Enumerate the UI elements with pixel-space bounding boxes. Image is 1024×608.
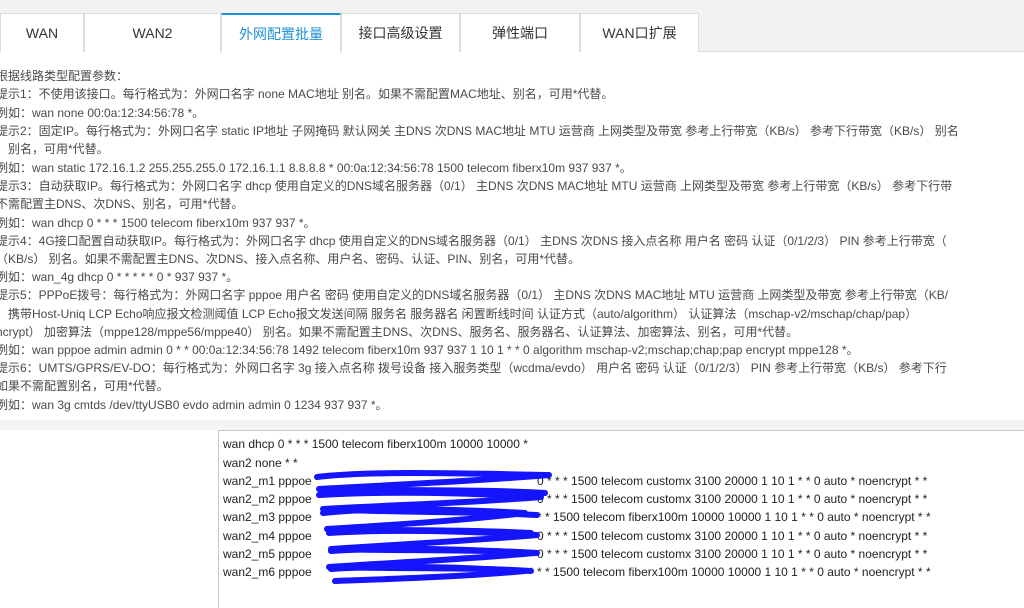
config-line-text: wan2_m3 pppoe [223, 510, 312, 524]
tab-label: 外网配置批量 [239, 26, 323, 42]
help-line: ncrypt） 加密算法（mppe128/mppe56/mppe40） 别名。如… [0, 325, 799, 339]
help-line: 例如：wan pppoe admin admin 0 * * 00:0a:12:… [0, 343, 859, 357]
tab-label: 弹性端口 [492, 25, 548, 41]
tab-wan2[interactable]: WAN2 [84, 13, 221, 52]
config-line-text: wan2_m6 pppoe [223, 565, 312, 579]
help-line: 提示2：固定IP。每行格式为：外网口名字 static IP地址 子网掩码 默认… [0, 124, 959, 138]
help-line: 不需配置主DNS、次DNS、别名，可用*代替。 [0, 197, 244, 211]
help-line: 例如：wan_4g dhcp 0 * * * * * 0 * 937 937 *… [0, 270, 239, 284]
config-line: wan2_m5 pppoe [223, 545, 312, 563]
tab-batch-wan-config[interactable]: 外网配置批量 [221, 13, 341, 53]
config-line-tail: 0 * * * 1500 telecom customx 3100 20000 … [537, 529, 928, 543]
redaction-stroke [320, 506, 534, 536]
tab-label: WAN口扩展 [602, 25, 677, 41]
config-line: wan2_m2 pppoe [223, 490, 312, 508]
tab-bar: WAN WAN2 外网配置批量 接口高级设置 弹性端口 WAN口扩展 [0, 0, 1024, 53]
config-textarea[interactable]: wan dhcp 0 * * * 1500 telecom fiberx100m… [218, 430, 1024, 608]
redaction-stroke [328, 563, 528, 584]
config-line: wan dhcp 0 * * * 1500 telecom fiberx100m… [223, 435, 528, 453]
help-line: 提示5：PPPoE拨号：每行格式为：外网口名字 pppoe 用户名 密码 使用自… [0, 288, 949, 302]
help-line: （KB/s） 别名。如果不需配置主DNS、次DNS、接入点名称、用户名、密码、认… [0, 252, 581, 266]
tab-interface-advanced[interactable]: 接口高级设置 [341, 13, 460, 52]
redaction-stroke [314, 470, 552, 496]
help-line: 提示4：4G接口配置自动获取IP。每行格式为：外网口名字 dhcp 使用自定义的… [0, 234, 947, 248]
tab-label: WAN [25, 25, 59, 41]
config-line-text: wan2 none * * [223, 456, 298, 470]
help-line: 提示6：UMTS/GPRS/EV-DO：每行格式为：外网口名字 3g 接入点名称… [0, 361, 947, 375]
config-line-tail: * * * 1500 telecom fiberx100m 10000 1000… [529, 565, 931, 579]
config-line-tail: 0 * * * 1500 telecom customx 3100 20000 … [537, 492, 928, 506]
redaction-strokes [314, 470, 552, 584]
config-line: wan2_m1 pppoe [223, 472, 312, 490]
config-line-text: wan2_m5 pppoe [223, 547, 312, 561]
redaction-stroke [326, 527, 540, 556]
redaction-stroke [316, 489, 544, 518]
tab-label: 接口高级设置 [358, 25, 443, 41]
config-line-tail: 0 * * * 1500 telecom customx 3100 20000 … [537, 474, 928, 488]
config-line: wan2_m6 pppoe [223, 563, 312, 581]
config-line-tail: * * * 1500 telecom fiberx100m 10000 1000… [529, 510, 931, 524]
help-line: 例如：wan none 00:0a:12:34:56:78 *。 [0, 106, 205, 120]
redaction-stroke [326, 545, 538, 574]
config-line-text: wan2_m1 pppoe [223, 474, 312, 488]
help-line: 例如：wan dhcp 0 * * * 1500 telecom fiberx1… [0, 216, 316, 230]
config-line: wan2_m4 pppoe [223, 527, 312, 545]
section-divider [0, 420, 1024, 430]
tab-wan[interactable]: WAN [0, 13, 84, 52]
tab-wan-extension[interactable]: WAN口扩展 [580, 13, 699, 52]
help-line: 、别名，可用*代替。 [0, 142, 109, 156]
help-line: ）携带Host-Uniq LCP Echo响应报文检测阈值 LCP Echo报文… [0, 307, 918, 321]
help-line: 提示1：不使用该接口。每行格式为：外网口名字 none MAC地址 别名。如果不… [0, 87, 614, 101]
help-line: 例如：wan static 172.16.1.2 255.255.255.0 1… [0, 161, 632, 175]
help-line: 如果不需配置别名，可用*代替。 [0, 379, 169, 393]
tab-label: WAN2 [132, 25, 173, 41]
config-line-text: wan dhcp 0 * * * 1500 telecom fiberx100m… [223, 437, 528, 451]
tab-elastic-port[interactable]: 弹性端口 [460, 13, 580, 52]
help-line: 根据线路类型配置参数： [0, 69, 129, 83]
help-text: 根据线路类型配置参数： 提示1：不使用该接口。每行格式为：外网口名字 none … [0, 66, 1024, 416]
config-line-text: wan2_m2 pppoe [223, 492, 312, 506]
config-line: wan2_m3 pppoe [223, 508, 312, 526]
help-line: 例如：wan 3g cmtds /dev/ttyUSB0 evdo admin … [0, 398, 388, 412]
config-line-text: wan2_m4 pppoe [223, 529, 312, 543]
config-line-tail: 0 * * * 1500 telecom customx 3100 20000 … [537, 547, 928, 561]
help-line: 提示3：自动获取IP。每行格式为：外网口名字 dhcp 使用自定义的DNS域名服… [0, 179, 953, 193]
config-line: wan2 none * * [223, 454, 298, 472]
